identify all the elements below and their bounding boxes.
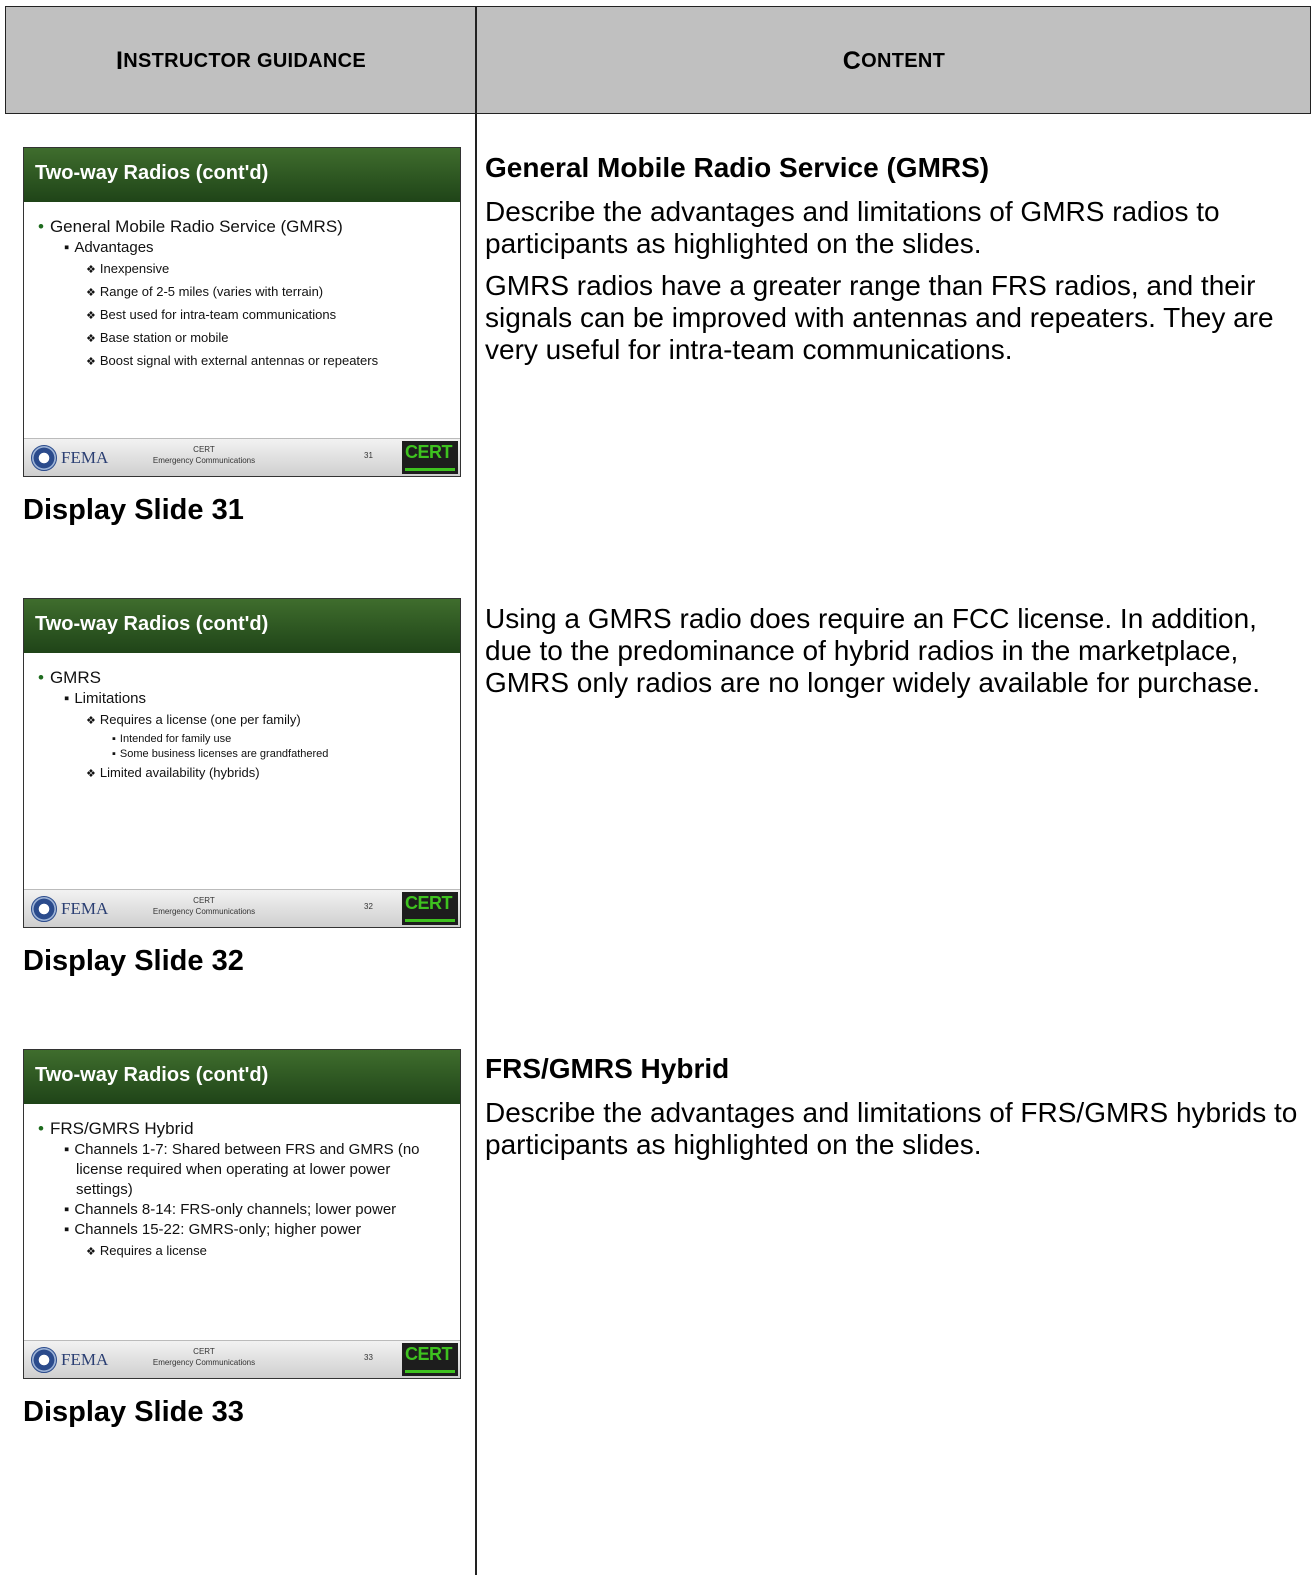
slide-caption: Display Slide 31 [23,494,244,526]
slide-bullets: GMRS Limitations Requires a license (one… [24,653,460,785]
footer-course: CERT Emergency Communications [152,445,256,465]
content-paragraph: Describe the advantages and limitations … [485,196,1220,259]
footer-course: CERT Emergency Communications [152,1347,256,1367]
bullet: Advantages [64,238,460,258]
fema-logo: FEMA [61,448,109,467]
bullet: GMRS [38,667,460,689]
slide-bullets: FRS/GMRS Hybrid Channels 1-7: Shared bet… [24,1104,460,1263]
dhs-seal-icon [31,896,57,922]
header-content: Content [842,46,946,75]
bullet: Requires a license (one per family) [86,709,460,732]
bullet: Limited availability (hybrids) [86,762,460,785]
slide-title: Two-way Radios (cont'd) [35,613,269,635]
slide-number: 31 [364,451,373,460]
cert-logo: CERT [402,1343,458,1376]
bullet: Channels 8-14: FRS-only channels; lower … [64,1200,436,1220]
slide-title-bar: Two-way Radios (cont'd) [24,148,460,202]
content-paragraph: Describe the advantages and limitations … [485,1097,1298,1160]
content-heading: General Mobile Radio Service (GMRS) [485,152,990,183]
footer-course: CERT Emergency Communications [152,896,256,916]
content-paragraph: GMRS radios have a greater range than FR… [485,270,1274,365]
bullet: Base station or mobile [86,327,460,350]
content-block-license: Using a GMRS radio does require an FCC l… [485,603,1300,709]
content-block-gmrs: General Mobile Radio Service (GMRS) Desc… [485,152,1300,376]
dhs-seal-icon [31,445,57,471]
bullet: Intended for family use [112,732,460,747]
table-header: Instructor guidance Content [5,6,1311,114]
bullet: Limitations [64,689,460,709]
slide-caption: Display Slide 32 [23,945,244,977]
cert-logo: CERT [402,892,458,925]
slide-bullets: General Mobile Radio Service (GMRS) Adva… [24,202,460,373]
bullet: Channels 15-22: GMRS-only; higher power [64,1220,446,1240]
slide-caption: Display Slide 33 [23,1396,244,1428]
bullet: FRS/GMRS Hybrid [38,1118,460,1140]
slide-32: Two-way Radios (cont'd) GMRS Limitations… [23,598,461,928]
slide-title: Two-way Radios (cont'd) [35,162,269,184]
cert-logo: CERT [402,441,458,474]
slide-33: Two-way Radios (cont'd) FRS/GMRS Hybrid … [23,1049,461,1379]
slide-title: Two-way Radios (cont'd) [35,1064,269,1086]
fema-logo: FEMA [61,1350,109,1369]
header-instructor-guidance: Instructor guidance [115,46,367,75]
dhs-seal-icon [31,1347,57,1373]
content-heading: FRS/GMRS Hybrid [485,1053,730,1084]
slide-title-bar: Two-way Radios (cont'd) [24,1050,460,1104]
bullet: Channels 1-7: Shared between FRS and GMR… [64,1140,436,1200]
slide-footer: FEMA CERT Emergency Communications 32 CE… [24,889,460,927]
bullet: Best used for intra-team communications [86,304,460,327]
slide-number: 32 [364,902,373,911]
bullet: Range of 2-5 miles (varies with terrain) [86,281,460,304]
content-block-hybrid: FRS/GMRS Hybrid Describe the advantages … [485,1053,1300,1171]
bullet: Inexpensive [86,258,460,281]
fema-logo: FEMA [61,899,109,918]
content-paragraph: Using a GMRS radio does require an FCC l… [485,603,1261,698]
slide-footer: FEMA CERT Emergency Communications 33 CE… [24,1340,460,1378]
bullet: General Mobile Radio Service (GMRS) [38,216,460,238]
bullet: Requires a license [86,1240,460,1263]
bullet: Boost signal with external antennas or r… [86,350,460,373]
slide-31: Two-way Radios (cont'd) General Mobile R… [23,147,461,477]
column-divider [475,6,477,1575]
slide-footer: FEMA CERT Emergency Communications 31 CE… [24,438,460,476]
bullet: Some business licenses are grandfathered [112,747,460,762]
slide-number: 33 [364,1353,373,1362]
slide-title-bar: Two-way Radios (cont'd) [24,599,460,653]
